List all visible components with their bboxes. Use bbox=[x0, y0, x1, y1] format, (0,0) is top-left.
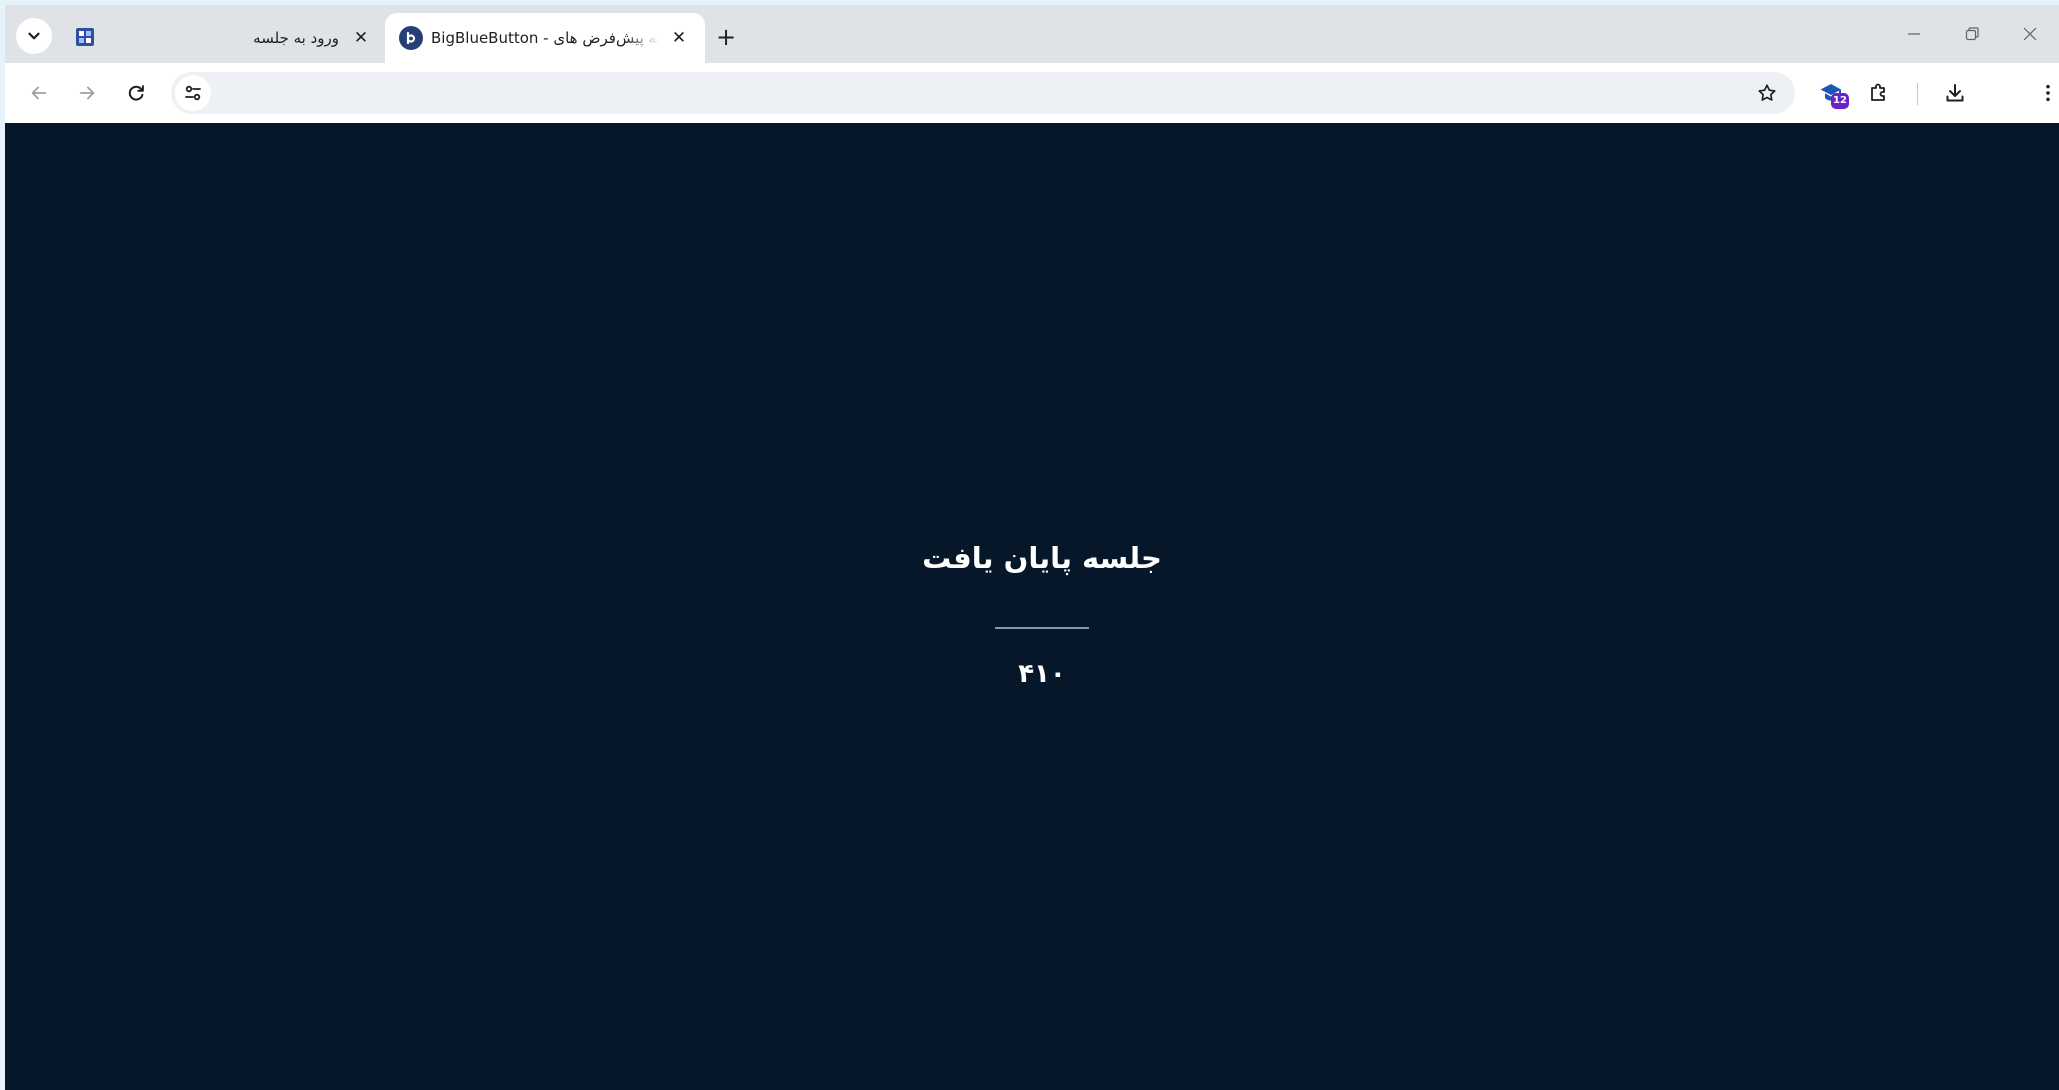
puzzle-icon bbox=[1871, 83, 1885, 101]
extension-button[interactable]: 12 bbox=[1813, 75, 1849, 111]
tab-strip: ورود به جلسه ✕ BigBlueButton - ارائه پیش… bbox=[5, 5, 2059, 63]
reload-button[interactable] bbox=[118, 75, 154, 111]
tab-login[interactable]: ورود به جلسه ✕ bbox=[155, 13, 383, 63]
browser-toolbar: 12 bbox=[5, 63, 2059, 123]
browser-menu-button[interactable] bbox=[2037, 75, 2059, 111]
star-icon bbox=[1758, 84, 1776, 101]
tab-close-button[interactable]: ✕ bbox=[665, 24, 693, 52]
arrow-right-icon bbox=[79, 86, 95, 100]
new-tab-button[interactable]: + bbox=[710, 21, 742, 53]
extensions-menu-button[interactable] bbox=[1861, 75, 1897, 111]
window-controls bbox=[1885, 5, 2059, 63]
address-bar[interactable] bbox=[171, 72, 1795, 114]
divider bbox=[995, 627, 1089, 629]
tab-bigbluebutton[interactable]: BigBlueButton - ارائه پیش‌فرض های ✕ bbox=[385, 13, 705, 63]
meeting-ended-panel: جلسه پایان یافت ۴۱۰ bbox=[5, 541, 2059, 689]
minimize-button[interactable] bbox=[1885, 5, 1943, 63]
page-content: جلسه پایان یافت ۴۱۰ bbox=[5, 123, 2059, 1090]
kebab-menu-icon bbox=[2046, 84, 2050, 102]
toolbar-divider bbox=[1917, 83, 1918, 105]
close-window-button[interactable] bbox=[2001, 5, 2059, 63]
tab-title: ورود به جلسه bbox=[253, 29, 339, 47]
downloads-button[interactable] bbox=[1937, 75, 1973, 111]
forward-button[interactable] bbox=[69, 75, 105, 111]
download-icon bbox=[1946, 84, 1964, 102]
site-info-button[interactable] bbox=[175, 75, 211, 111]
restore-icon bbox=[1965, 27, 1979, 41]
reload-icon bbox=[128, 85, 144, 101]
tab-title: BigBlueButton - ارائه پیش‌فرض های bbox=[431, 29, 659, 47]
bookmark-button[interactable] bbox=[1751, 77, 1783, 109]
back-button[interactable] bbox=[21, 75, 57, 111]
tab-close-button[interactable]: ✕ bbox=[347, 24, 375, 52]
extension-badge: 12 bbox=[1831, 93, 1849, 109]
bigbluebutton-logo-icon bbox=[399, 26, 423, 50]
meeting-ended-title: جلسه پایان یافت bbox=[922, 541, 1162, 575]
chevron-down-icon bbox=[28, 32, 40, 40]
minimize-icon bbox=[1908, 33, 1920, 35]
close-icon bbox=[2023, 27, 2037, 41]
app-favicon-icon bbox=[76, 28, 94, 46]
meeting-ended-code: ۴۱۰ bbox=[1018, 659, 1066, 689]
browser-window: ورود به جلسه ✕ BigBlueButton - ارائه پیش… bbox=[5, 5, 2059, 1090]
pinned-tab[interactable] bbox=[63, 19, 107, 55]
arrow-left-icon bbox=[31, 86, 47, 100]
restore-button[interactable] bbox=[1943, 5, 2001, 63]
tab-search-button[interactable] bbox=[16, 18, 52, 54]
tune-icon bbox=[185, 85, 201, 101]
